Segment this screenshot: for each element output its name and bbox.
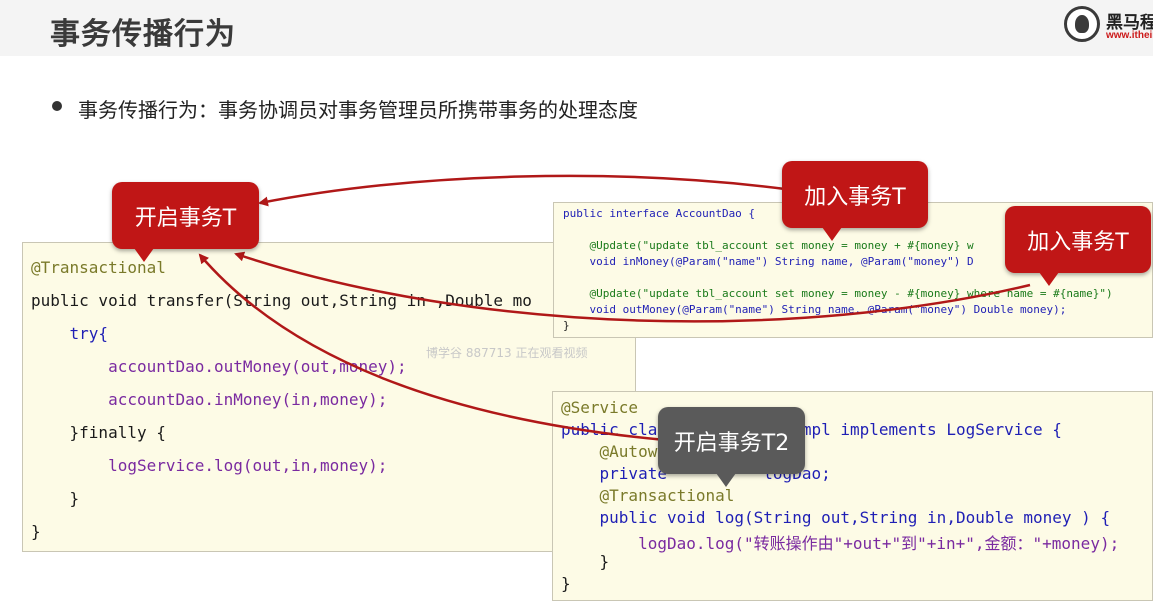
bubble-label: 加入事务T <box>804 184 906 210</box>
arrow-join-dao-1 <box>258 174 786 207</box>
bubble-join-transaction-t-1: 加入事务T <box>782 161 928 241</box>
bubble-label: 加入事务T <box>1027 229 1129 255</box>
bubble-open-transaction-t: 开启事务T <box>112 182 259 262</box>
arrow-open-t2 <box>198 253 666 442</box>
bubble-open-transaction-t2: 开启事务T2 <box>658 407 805 487</box>
bubble-label: 开启事务T <box>134 205 237 231</box>
propagation-arrows <box>198 174 1031 442</box>
bubble-label: 开启事务T2 <box>673 430 790 456</box>
bubble-join-transaction-t-2: 加入事务T <box>1005 206 1151 286</box>
arrow-join-dao-2 <box>234 251 1031 323</box>
